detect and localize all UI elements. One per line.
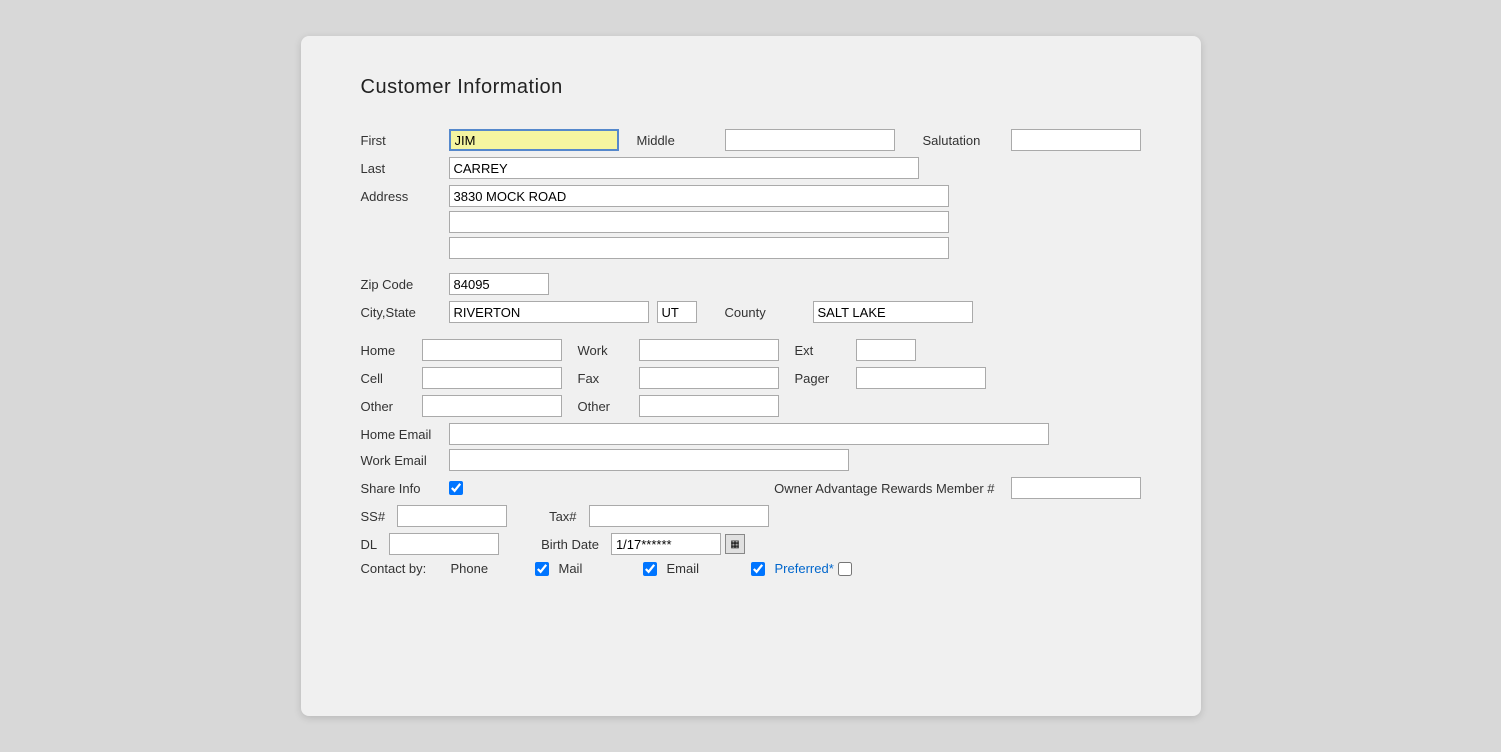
- pager-label: Pager: [795, 371, 850, 386]
- cell-phone-input[interactable]: [422, 367, 562, 389]
- ext-input[interactable]: [856, 339, 916, 361]
- other2-phone-label: Other: [578, 399, 633, 414]
- calendar-icon: ▦: [730, 539, 739, 550]
- tax-label: Tax#: [549, 509, 576, 524]
- home-email-input[interactable]: [449, 423, 1049, 445]
- zip-input[interactable]: [449, 273, 549, 295]
- contact-phone-checkbox[interactable]: [535, 562, 549, 576]
- page-title: Customer Information: [361, 76, 1141, 99]
- preferred-link[interactable]: Preferred*: [775, 561, 834, 576]
- state-input[interactable]: [657, 301, 697, 323]
- birth-date-wrapper: ▦: [611, 533, 745, 555]
- cell-phone-label: Cell: [361, 371, 416, 386]
- salutation-input[interactable]: [1011, 129, 1141, 151]
- address-line2-input[interactable]: [449, 211, 949, 233]
- contact-mail-label: Mail: [559, 561, 639, 576]
- county-input[interactable]: [813, 301, 973, 323]
- other-phone-label: Other: [361, 399, 416, 414]
- contact-by-label: Contact by:: [361, 561, 441, 576]
- city-input[interactable]: [449, 301, 649, 323]
- first-input[interactable]: JIM: [449, 129, 619, 151]
- work-phone-label: Work: [578, 343, 633, 358]
- contact-phone-item: Phone: [451, 561, 549, 576]
- work-email-label: Work Email: [361, 453, 441, 468]
- work-email-input[interactable]: [449, 449, 849, 471]
- contact-preferred-item: Preferred*: [775, 561, 852, 576]
- middle-input[interactable]: [725, 129, 895, 151]
- birth-date-label: Birth Date: [541, 537, 599, 552]
- other-phone-input[interactable]: [422, 395, 562, 417]
- home-phone-label: Home: [361, 343, 416, 358]
- home-email-label: Home Email: [361, 427, 441, 442]
- home-phone-input[interactable]: [422, 339, 562, 361]
- ss-label: SS#: [361, 509, 386, 524]
- contact-phone-label: Phone: [451, 561, 531, 576]
- first-label: First: [361, 133, 441, 148]
- customer-info-form: Customer Information First JIM Middle Sa…: [301, 36, 1201, 716]
- city-state-label: City,State: [361, 305, 441, 320]
- birth-date-input[interactable]: [611, 533, 721, 555]
- contact-mail-checkbox[interactable]: [643, 562, 657, 576]
- middle-label: Middle: [637, 133, 717, 148]
- zip-label: Zip Code: [361, 277, 441, 292]
- fax-label: Fax: [578, 371, 633, 386]
- preferred-checkbox[interactable]: [838, 562, 852, 576]
- ext-label: Ext: [795, 343, 850, 358]
- last-input[interactable]: [449, 157, 919, 179]
- salutation-label: Salutation: [923, 133, 1003, 148]
- ss-input[interactable]: [397, 505, 507, 527]
- share-info-label: Share Info: [361, 481, 441, 496]
- dl-input[interactable]: [389, 533, 499, 555]
- other2-phone-input[interactable]: [639, 395, 779, 417]
- address-line3-input[interactable]: [449, 237, 949, 259]
- county-label: County: [725, 305, 805, 320]
- contact-email-label: Email: [667, 561, 747, 576]
- share-info-checkbox[interactable]: [449, 481, 463, 495]
- pager-input[interactable]: [856, 367, 986, 389]
- contact-email-item: Email: [667, 561, 765, 576]
- contact-email-checkbox[interactable]: [751, 562, 765, 576]
- address-line1-input[interactable]: [449, 185, 949, 207]
- rewards-label: Owner Advantage Rewards Member #: [774, 481, 994, 496]
- calendar-button[interactable]: ▦: [725, 534, 745, 554]
- last-label: Last: [361, 161, 441, 176]
- contact-mail-item: Mail: [559, 561, 657, 576]
- fax-input[interactable]: [639, 367, 779, 389]
- tax-input[interactable]: [589, 505, 769, 527]
- dl-label: DL: [361, 537, 378, 552]
- address-label: Address: [361, 189, 441, 204]
- work-phone-input[interactable]: [639, 339, 779, 361]
- rewards-input[interactable]: [1011, 477, 1141, 499]
